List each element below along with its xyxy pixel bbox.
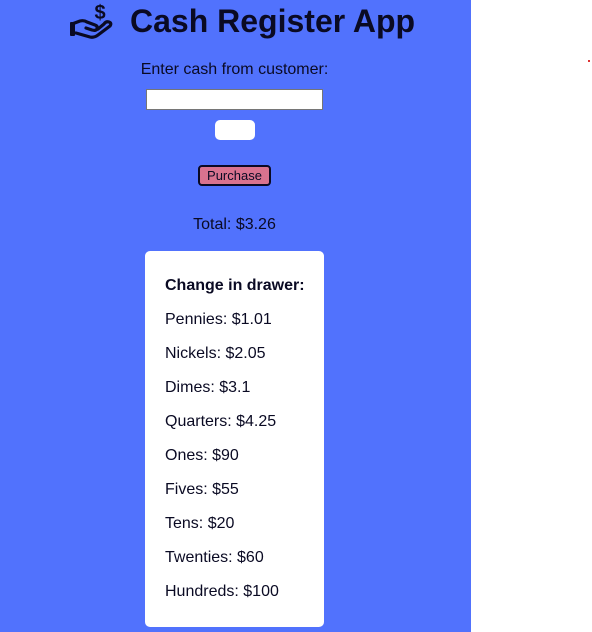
drawer-item-nickels: Nickels: $2.05 xyxy=(165,345,266,362)
cash-input-label: Enter cash from customer: xyxy=(140,61,329,78)
drawer-title: Change in drawer: xyxy=(165,277,305,294)
cash-input[interactable] xyxy=(146,89,323,110)
total-price: Total: $3.26 xyxy=(193,216,276,233)
hand-dollar-icon: $ xyxy=(70,2,113,39)
drawer-item-pennies: Pennies: $1.01 xyxy=(165,311,272,328)
app-panel: $ Cash Register App Enter cash from cust… xyxy=(0,0,471,632)
drawer-item-ones: Ones: $90 xyxy=(165,447,239,464)
page-title: Cash Register App xyxy=(130,3,416,39)
drawer-item-twenties: Twenties: $60 xyxy=(165,549,264,566)
drawer-item-fives: Fives: $55 xyxy=(165,481,239,498)
svg-text:$: $ xyxy=(94,2,105,24)
purchase-button[interactable]: Purchase xyxy=(198,165,271,186)
header: $ Cash Register App xyxy=(0,2,471,42)
cash-drawer-panel: Change in drawer: Pennies: $1.01 Nickels… xyxy=(145,251,324,627)
drawer-item-quarters: Quarters: $4.25 xyxy=(165,413,277,430)
drawer-item-tens: Tens: $20 xyxy=(165,515,235,532)
change-due-display xyxy=(215,120,255,140)
stray-dot xyxy=(588,60,590,62)
drawer-item-hundreds: Hundreds: $100 xyxy=(165,583,279,600)
drawer-item-dimes: Dimes: $3.1 xyxy=(165,379,251,396)
